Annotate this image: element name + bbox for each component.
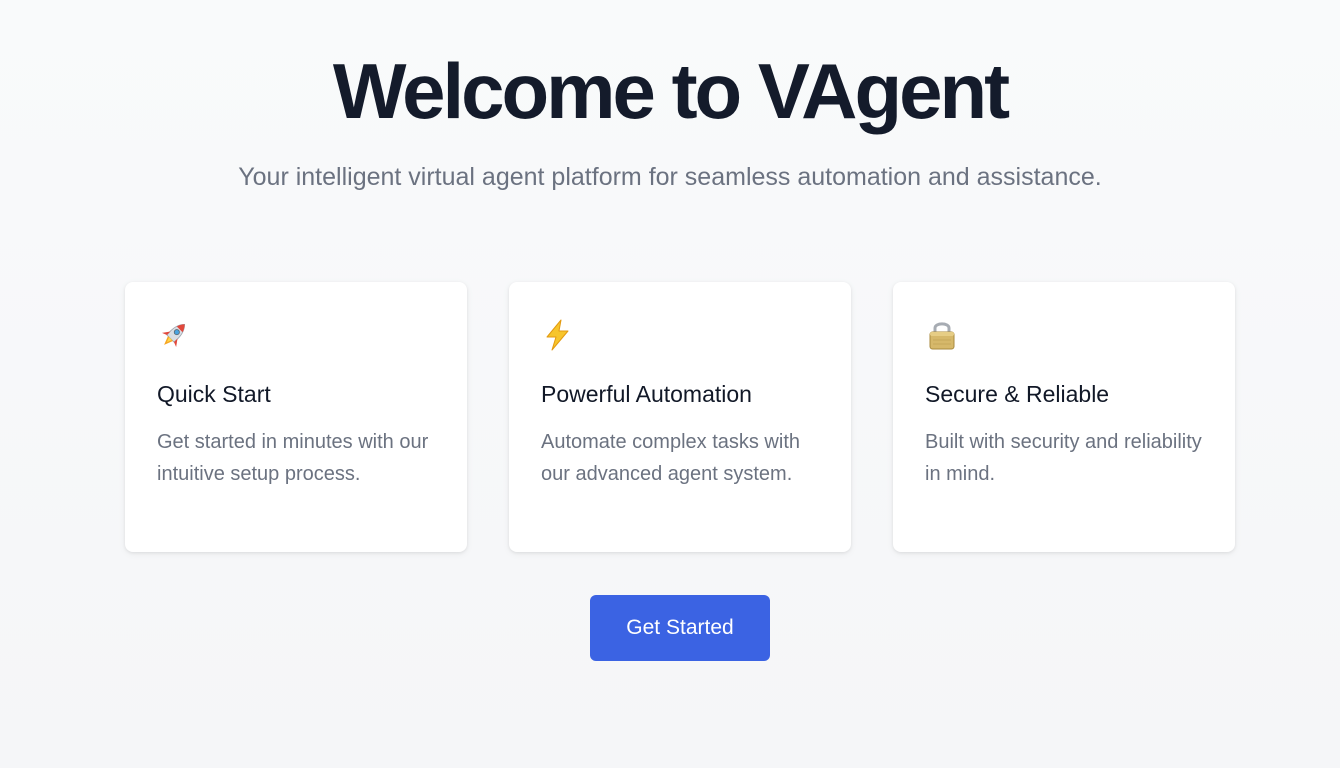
feature-title: Secure & Reliable <box>925 381 1110 407</box>
feature-title: Powerful Automation <box>541 381 752 407</box>
feature-cards: Quick Start Get started in minutes with … <box>125 282 1235 552</box>
get-started-button[interactable]: Get Started <box>590 595 770 661</box>
feature-description: Built with security and reliability in m… <box>925 431 1202 485</box>
feature-title: Quick Start <box>157 381 271 407</box>
feature-card-powerful-automation: Powerful Automation Automate complex tas… <box>509 282 851 552</box>
page-title: Welcome to VAgent <box>332 47 1010 135</box>
lock-icon <box>925 318 959 352</box>
feature-description: Get started in minutes with our intuitiv… <box>157 431 429 485</box>
lightning-icon <box>541 318 575 352</box>
rocket-icon <box>157 318 191 352</box>
page-subtitle: Your intelligent virtual agent platform … <box>238 163 1102 191</box>
feature-description: Automate complex tasks with our advanced… <box>541 431 800 485</box>
feature-card-secure-reliable: Secure & Reliable Built with security an… <box>893 282 1235 552</box>
feature-card-quick-start: Quick Start Get started in minutes with … <box>125 282 467 552</box>
